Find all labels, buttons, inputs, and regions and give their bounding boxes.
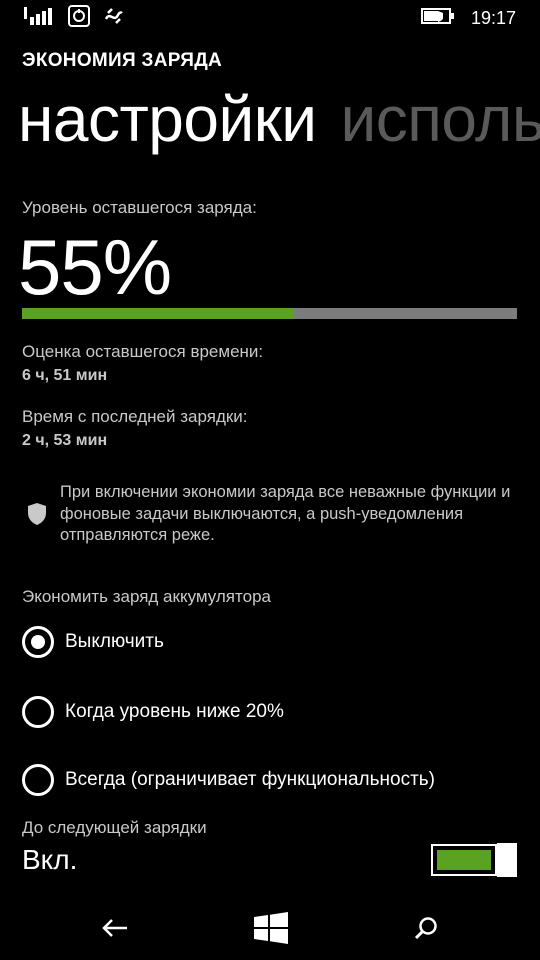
- since-charge-label: Время с последней зарядки:: [22, 407, 248, 426]
- back-button[interactable]: [95, 910, 135, 950]
- radio-label-always[interactable]: Всегда (ограничивает функциональность): [65, 769, 435, 791]
- toggle-thumb[interactable]: [497, 843, 517, 877]
- radio-option-off[interactable]: Выключить: [22, 625, 164, 659]
- until-next-charge-label: До следующей зарядки: [22, 818, 207, 837]
- time-left-value: 6 ч, 51 мин: [22, 367, 108, 384]
- radio-label-below-20[interactable]: Когда уровень ниже 20%: [65, 701, 284, 723]
- radio-label-off[interactable]: Выключить: [65, 631, 164, 653]
- battery-saver-status-icon: [104, 5, 124, 31]
- since-charge-value: 2 ч, 53 мин: [22, 432, 108, 449]
- radio-option-always[interactable]: Всегда (ограничивает функциональность): [22, 763, 435, 797]
- battery-level-value: 55%: [18, 223, 172, 311]
- battery-level-label: Уровень оставшегося заряда:: [22, 198, 257, 217]
- radio-button-checked[interactable]: [22, 626, 54, 658]
- pivot-tab-settings[interactable]: настройки: [18, 83, 317, 155]
- battery-icon: [420, 7, 455, 29]
- time-left-label: Оценка оставшегося времени:: [22, 342, 264, 361]
- info-text: При включении экономии заряда все неважн…: [60, 483, 511, 544]
- mobile-data-icon: [68, 5, 90, 31]
- battery-level-fill: [22, 308, 295, 319]
- search-icon[interactable]: [414, 916, 438, 944]
- shield-icon: [27, 502, 47, 530]
- status-bar: 19:17: [0, 0, 540, 36]
- until-next-charge-state: Вкл.: [22, 844, 78, 875]
- radio-option-below-20[interactable]: Когда уровень ниже 20%: [22, 695, 284, 729]
- saver-section-label: Экономить заряд аккумулятора: [22, 587, 271, 606]
- signal-bars-icon: [24, 5, 54, 31]
- app-title: ЭКОНОМИЯ ЗАРЯДА: [22, 50, 223, 71]
- start-button[interactable]: [251, 910, 291, 950]
- back-arrow-icon[interactable]: [102, 918, 128, 942]
- toggle-fill: [437, 850, 491, 870]
- battery-level-bar: [22, 308, 517, 319]
- pivot-tab-usage[interactable]: исполь: [340, 83, 540, 155]
- search-button[interactable]: [406, 910, 446, 950]
- status-bar-right: 19:17: [420, 6, 516, 30]
- status-bar-left: [24, 5, 124, 31]
- windows-start-icon[interactable]: [254, 912, 288, 948]
- radio-button[interactable]: [22, 764, 54, 796]
- radio-button[interactable]: [22, 696, 54, 728]
- pivot-header: настройки исполь: [18, 82, 540, 162]
- toggle-track[interactable]: [431, 844, 497, 876]
- until-next-charge-toggle[interactable]: [431, 843, 517, 877]
- status-time: 19:17: [470, 7, 516, 28]
- navigation-bar: [0, 900, 540, 960]
